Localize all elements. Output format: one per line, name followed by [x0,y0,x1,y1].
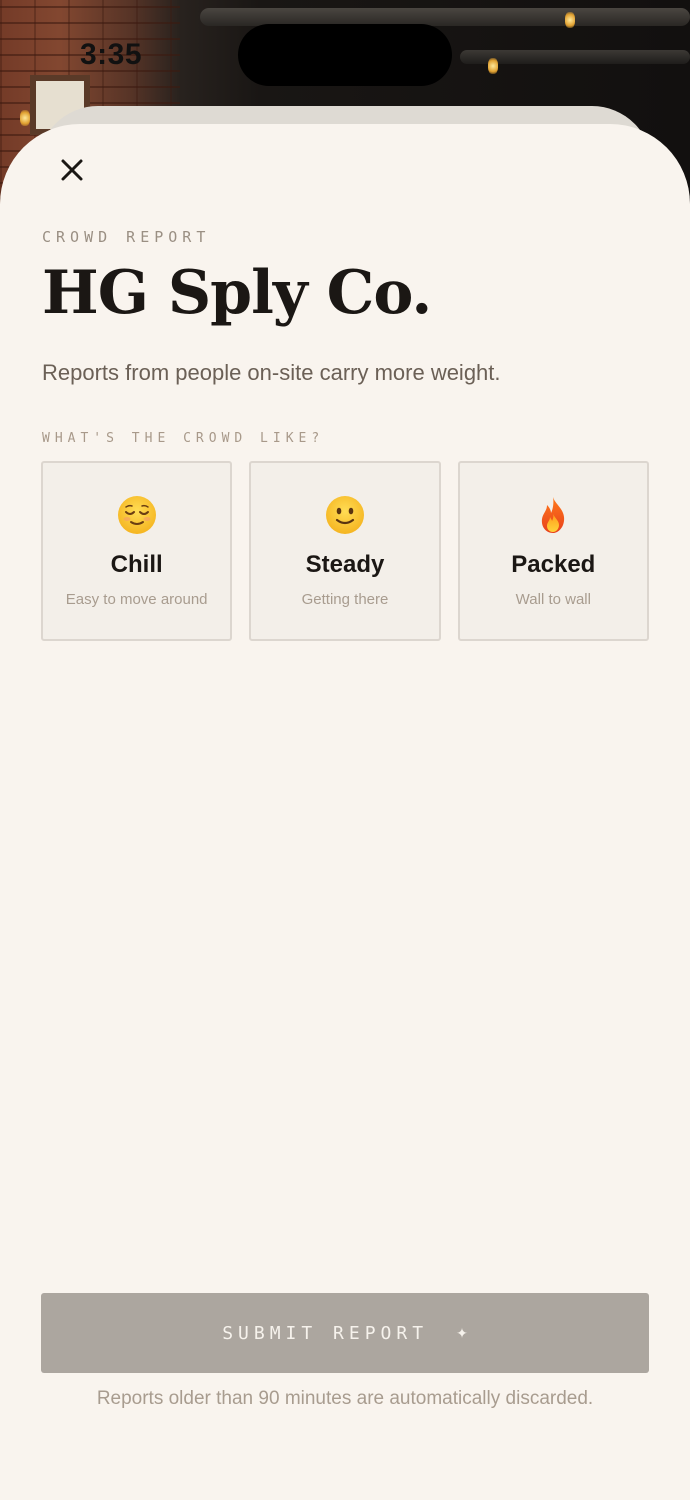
light-bulb [20,110,30,126]
option-chill[interactable]: Chill Easy to move around [41,461,233,641]
light-bulb [488,58,498,74]
option-description: Wall to wall [515,591,591,608]
option-steady[interactable]: Steady Getting there [249,461,441,641]
crowd-question-label: WHAT'S THE CROWD LIKE? [42,431,325,446]
light-bulb [565,12,575,28]
eyebrow-label: CROWD REPORT [42,228,211,246]
close-icon [61,159,83,181]
dynamic-island [238,24,452,86]
discard-footnote: Reports older than 90 minutes are automa… [96,1388,594,1409]
status-time: 3:35 [80,38,143,71]
fire-icon [531,493,575,537]
page-subtitle: Reports from people on-site carry more w… [42,360,501,385]
close-button[interactable] [52,150,92,190]
option-packed[interactable]: Packed Wall to wall [457,461,649,641]
option-label: Steady [305,551,385,578]
option-label: Packed [511,551,596,578]
submit-report-button[interactable]: SUBMIT REPORT ✦ [41,1293,649,1373]
relieved-face-icon [115,493,159,537]
sparkle-icon: ✦ [456,1324,468,1341]
submit-button-label: SUBMIT REPORT [222,1322,429,1344]
option-label: Chill [110,551,163,578]
option-description: Getting there [301,591,389,608]
option-description: Easy to move around [65,591,208,608]
crowd-options: Chill Easy to move around Steady Getting… [41,461,649,641]
page-title: HG Sply Co. [42,258,432,328]
slightly-smiling-face-icon [323,493,367,537]
